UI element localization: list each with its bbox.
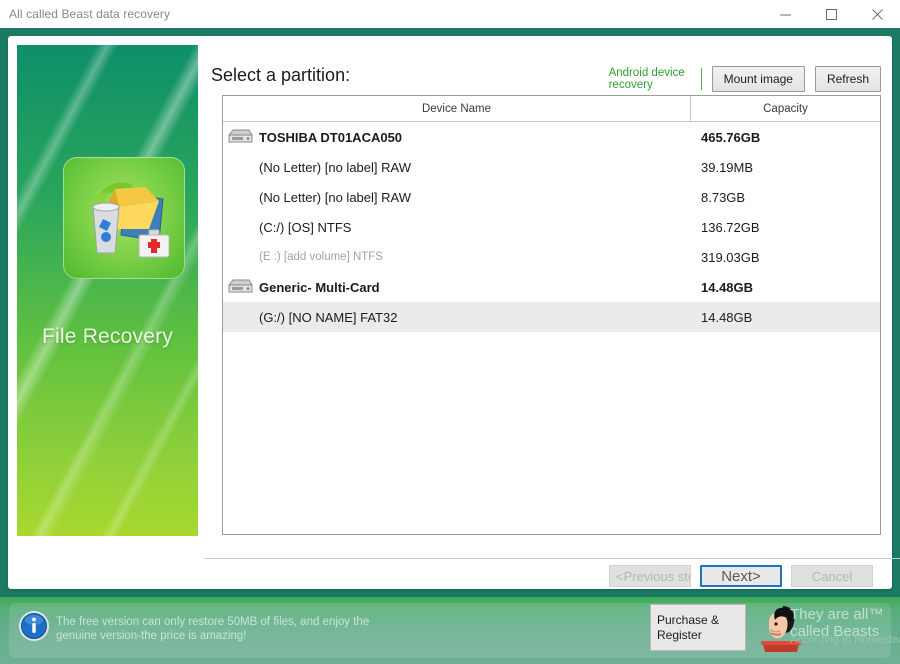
app-title: File Recovery (42, 325, 173, 348)
sidebar-panel: File Recovery (17, 45, 198, 536)
close-icon (871, 8, 883, 20)
cell-capacity: 14.48GB (701, 309, 753, 325)
table-row[interactable]: Generic- Multi-Card 14.48GB (223, 272, 880, 302)
cell-capacity: 39.19MB (701, 159, 754, 175)
hard-drive-icon (228, 279, 253, 293)
main-content: Select a partition: Android device recov… (204, 45, 900, 587)
device-name-label: (No Letter) [no label] RAW (259, 189, 411, 205)
cell-capacity: 136.72GB (701, 219, 760, 235)
device-name-label: (E :) [add volume] NTFS (259, 251, 383, 263)
minimize-icon (779, 14, 791, 15)
next-button[interactable]: Next> (700, 565, 782, 587)
table-row[interactable]: (No Letter) [no label] RAW 8.73GB (223, 182, 880, 212)
window-body: File Recovery Select a partition: Androi… (8, 36, 900, 589)
hard-drive-icon (228, 129, 253, 143)
table-header: Device Name Capacity (223, 96, 880, 122)
window-title: All called Beast data recovery (9, 7, 171, 21)
column-header-capacity: Capacity (763, 102, 808, 115)
table-row[interactable]: (G:/) [NO NAME] FAT32 14.48GB (223, 302, 880, 332)
toolbar-divider (700, 68, 702, 90)
cell-device-name: Generic- Multi-Card (223, 277, 691, 297)
mount-image-button[interactable]: Mount image (711, 66, 805, 92)
close-button[interactable] (854, 0, 900, 28)
table-row[interactable]: TOSHIBA DT01ACA050 465.76GB (223, 122, 880, 152)
android-device-recovery-link[interactable]: Android device recovery (609, 67, 695, 91)
table-row[interactable]: (C:/) [OS] NTFS 136.72GB (223, 212, 880, 242)
cancel-button[interactable]: Cancel (791, 565, 873, 587)
promo-text: The free version can only restore 50MB o… (56, 616, 370, 642)
cell-device-name: (C:/) [OS] NTFS (223, 220, 691, 235)
footer-separator (204, 558, 900, 559)
table-body: TOSHIBA DT01ACA050 465.76GB (No Letter) [n… (223, 122, 880, 332)
previous-step-button[interactable]: <Previous step (609, 565, 691, 587)
info-icon (19, 611, 49, 641)
column-header-device-name: Device Name (223, 96, 691, 121)
table-row[interactable]: (No Letter) [no label] RAW 39.19MB (223, 152, 880, 182)
device-name-label: (No Letter) [no label] RAW (259, 159, 411, 175)
purchase-register-button[interactable]: Purchase & Register (650, 604, 746, 651)
device-name-label: Generic- Multi-Card (259, 279, 380, 295)
toolbar: Android device recovery Mount image Refr… (609, 66, 881, 92)
brand-line-1: They are all™ (790, 606, 884, 623)
brand-line-3: According to Homestead (790, 634, 900, 646)
table-row[interactable]: (E :) [add volume] NTFS 319.03GB (223, 242, 880, 272)
cell-capacity: 14.48GB (701, 279, 754, 295)
cell-capacity: 319.03GB (701, 249, 760, 265)
minimize-button[interactable] (762, 0, 808, 28)
cell-device-name: (G:/) [NO NAME] FAT32 (223, 310, 691, 325)
maximize-icon (825, 8, 837, 20)
cell-device-name: (No Letter) [no label] RAW (223, 190, 691, 205)
refresh-button[interactable]: Refresh (814, 66, 881, 92)
wizard-buttons: <Previous step Next> Cancel (609, 565, 873, 587)
cell-capacity: 8.73GB (701, 189, 746, 205)
cell-capacity: 465.76GB (701, 129, 761, 145)
device-name-label: (G:/) [NO NAME] FAT32 (259, 309, 398, 325)
cell-device-name: (E :) [add volume] NTFS (223, 251, 691, 263)
file-recovery-icon (63, 157, 185, 279)
device-name-label: TOSHIBA DT01ACA050 (259, 129, 403, 145)
maximize-button[interactable] (808, 0, 854, 28)
device-name-label: (C:/) [OS] NTFS (259, 219, 352, 235)
window-controls (762, 0, 900, 28)
cell-device-name: (No Letter) [no label] RAW (223, 160, 691, 175)
title-bar: All called Beast data recovery (0, 0, 900, 28)
window-frame: File Recovery Select a partition: Androi… (0, 28, 900, 597)
cell-device-name: TOSHIBA DT01ACA050 (223, 127, 691, 147)
partition-table: Device Name Capacity TOSHIBA DT01ACA050 4… (222, 95, 881, 535)
page-title: Select a partition: (211, 65, 351, 85)
